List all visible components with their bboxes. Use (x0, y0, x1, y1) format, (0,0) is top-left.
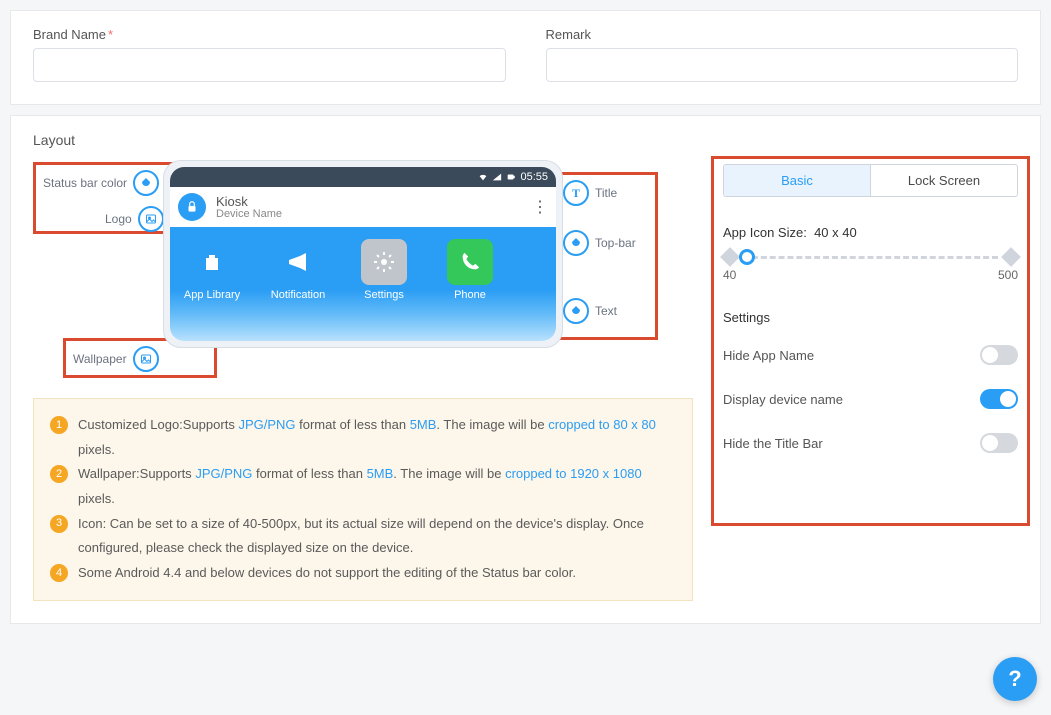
toggle-hide-app-name[interactable] (980, 345, 1018, 365)
layout-preview: Status bar color Logo Wallpaper (33, 160, 693, 348)
icon-size-label: App Icon Size: 40 x 40 (723, 225, 1018, 240)
num-badge: 3 (50, 515, 68, 533)
remark-label: Remark (546, 27, 1019, 42)
tab-lock-screen[interactable]: Lock Screen (871, 165, 1017, 196)
settings-tabs: Basic Lock Screen (723, 164, 1018, 197)
num-badge: 2 (50, 465, 68, 483)
anno-status-bar[interactable]: Status bar color (43, 170, 159, 196)
remark-input[interactable] (546, 48, 1019, 82)
mock-app-tile: Settings (350, 239, 418, 301)
brand-name-label: Brand Name* (33, 27, 506, 42)
mock-app-tile: Notification (264, 239, 332, 301)
phone-icon (447, 239, 493, 285)
battery-icon (506, 172, 516, 182)
mock-app-area: App Library Notification (170, 227, 556, 341)
brand-form-panel: Brand Name* Remark (10, 10, 1041, 105)
brand-name-input[interactable] (33, 48, 506, 82)
wifi-icon (478, 172, 488, 182)
tab-basic[interactable]: Basic (724, 165, 871, 196)
mock-topbar-text: Kiosk Device Name (216, 195, 282, 220)
setting-display-device-name-label: Display device name (723, 392, 843, 407)
lock-icon (178, 193, 206, 221)
mock-status-bar: 05:55 (170, 167, 556, 187)
notification-icon (275, 239, 321, 285)
anno-logo[interactable]: Logo (105, 206, 164, 232)
link-crop80[interactable]: cropped to 80 x 80 (548, 417, 656, 432)
toggle-hide-title-bar[interactable] (980, 433, 1018, 453)
image-icon (138, 206, 164, 232)
kebab-icon: ⋮ (532, 197, 548, 217)
num-badge: 1 (50, 416, 68, 434)
dropper-icon (563, 230, 589, 256)
settings-subtitle: Settings (723, 310, 1018, 325)
app-library-icon (189, 239, 235, 285)
settings-column: Basic Lock Screen App Icon Size: 40 x 40… (723, 164, 1018, 465)
mock-app-tile: Phone (436, 239, 504, 301)
dropper-icon (563, 298, 589, 324)
anno-topbar[interactable]: Top-bar (563, 230, 636, 256)
num-badge: 4 (50, 564, 68, 582)
anno-text[interactable]: Text (563, 298, 617, 324)
mock-app-tile: App Library (178, 239, 246, 301)
link-jpgpng[interactable]: JPG/PNG (238, 417, 295, 432)
layout-title: Layout (33, 132, 1018, 148)
anno-title[interactable]: T Title (563, 180, 617, 206)
setting-hide-app-name-label: Hide App Name (723, 348, 814, 363)
slider-max-label: 500 (998, 268, 1018, 282)
slider-max-cap (1001, 247, 1021, 267)
layout-info-box: 1 Customized Logo:Supports JPG/PNG forma… (33, 398, 693, 601)
slider-thumb[interactable] (739, 249, 755, 265)
slider-min-label: 40 (723, 268, 736, 282)
slider-min-cap (720, 247, 740, 267)
anno-wallpaper[interactable]: Wallpaper (73, 346, 159, 372)
signal-icon (492, 172, 502, 182)
toggle-display-device-name[interactable] (980, 389, 1018, 409)
link-crop1920[interactable]: cropped to 1920 x 1080 (505, 466, 642, 481)
setting-hide-title-bar-label: Hide the Title Bar (723, 436, 823, 451)
help-fab[interactable]: ? (993, 657, 1037, 701)
settings-icon (361, 239, 407, 285)
mock-topbar: Kiosk Device Name ⋮ (170, 187, 556, 227)
link-5mb[interactable]: 5MB (367, 466, 394, 481)
link-jpgpng[interactable]: JPG/PNG (195, 466, 252, 481)
icon-size-slider[interactable] (723, 252, 1018, 262)
dropper-icon (133, 170, 159, 196)
layout-panel: Layout Status bar color Logo (10, 115, 1041, 624)
title-icon: T (563, 180, 589, 206)
image-icon (133, 346, 159, 372)
link-5mb[interactable]: 5MB (410, 417, 437, 432)
mock-clock: 05:55 (520, 171, 548, 183)
device-mock: 05:55 Kiosk Device Name ⋮ (163, 160, 563, 348)
